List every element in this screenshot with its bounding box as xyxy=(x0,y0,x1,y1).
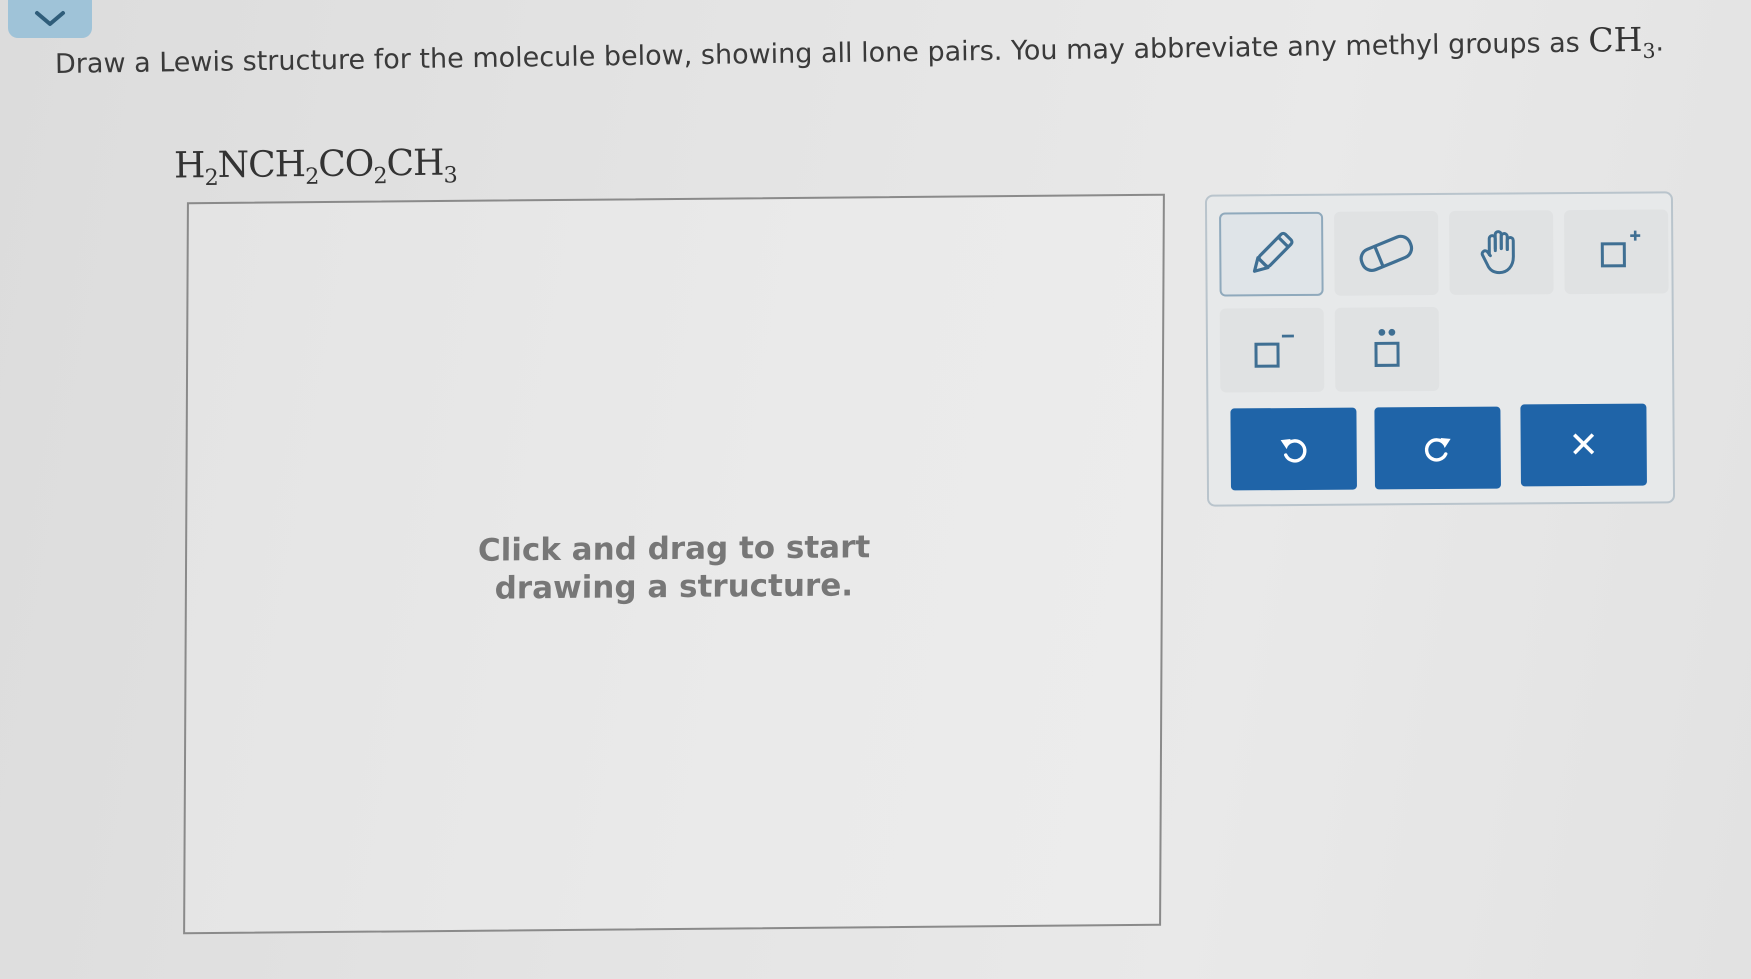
chevron-down-icon xyxy=(35,11,65,26)
drawing-canvas[interactable]: Click and drag to start drawing a struct… xyxy=(183,193,1165,935)
close-icon: ✕ xyxy=(1568,424,1599,466)
redo-icon xyxy=(1424,437,1451,462)
methyl-abbreviation: CH3 xyxy=(1588,19,1656,63)
lone-pair-tool[interactable] xyxy=(1334,307,1440,392)
undo-button[interactable] xyxy=(1230,407,1357,491)
molecule-formula: H2NCH2CO2CH3 xyxy=(173,142,457,191)
canvas-hint: Click and drag to start drawing a struct… xyxy=(477,529,871,607)
lone-pair-icon xyxy=(1374,328,1400,367)
instruction-text: Draw a Lewis structure for the molecule … xyxy=(54,27,1589,80)
negative-charge-icon xyxy=(1254,334,1294,368)
hand-icon xyxy=(1480,230,1515,275)
collapse-toggle[interactable] xyxy=(8,0,92,38)
move-tool[interactable] xyxy=(1449,210,1554,295)
positive-charge-tool[interactable] xyxy=(1564,209,1669,295)
negative-charge-tool[interactable] xyxy=(1219,307,1325,393)
eraser-tool[interactable] xyxy=(1334,211,1439,296)
tool-panel: ✕ xyxy=(1204,191,1676,507)
undo-icon xyxy=(1280,439,1307,463)
eraser-icon xyxy=(1359,234,1414,272)
positive-charge-icon xyxy=(1600,230,1641,268)
clear-button[interactable]: ✕ xyxy=(1520,403,1647,487)
pencil-tool[interactable] xyxy=(1219,211,1324,297)
pencil-icon xyxy=(1252,231,1294,273)
question-instruction: Draw a Lewis structure for the molecule … xyxy=(54,19,1665,80)
redo-button[interactable] xyxy=(1374,406,1501,490)
